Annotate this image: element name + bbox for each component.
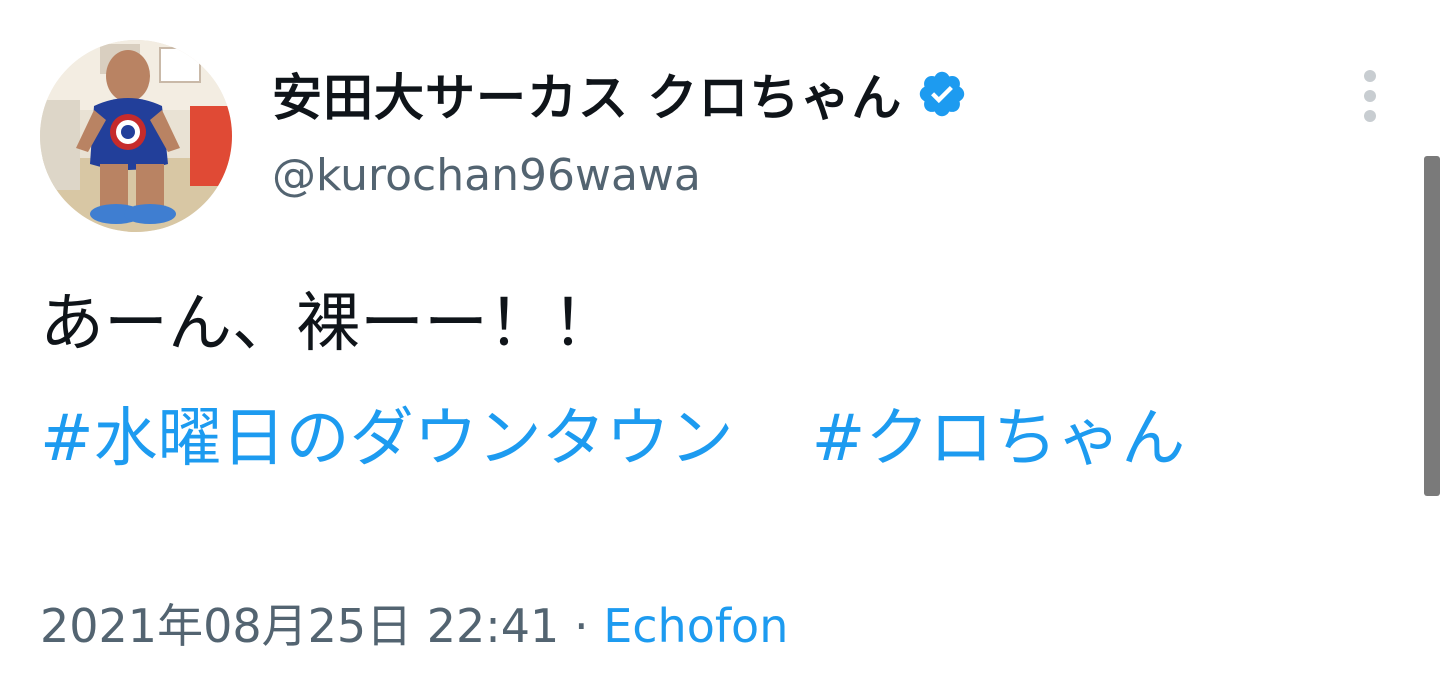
tweet-meta: 2021年08月25日 22:41 · Echofon <box>40 596 788 656</box>
scrollbar[interactable] <box>1424 156 1440 496</box>
display-name[interactable]: 安田大サーカス クロちゃん <box>272 58 902 130</box>
hashtag-link[interactable]: #水曜日のダウンタウン <box>40 402 734 476</box>
author-name-row: 安田大サーカス クロちゃん <box>272 58 968 130</box>
hashtag-link[interactable]: #クロちゃん <box>812 402 1186 476</box>
user-handle[interactable]: @kurochan96wawa <box>272 150 701 201</box>
hashtag-list: #水曜日のダウンタウン #クロちゃん <box>40 380 1400 498</box>
avatar-photo <box>40 40 232 232</box>
timestamp[interactable]: 2021年08月25日 22:41 <box>40 599 559 653</box>
tweet-text: あーん、裸ーー！！ <box>40 287 616 361</box>
more-dot <box>1364 90 1376 102</box>
avatar[interactable] <box>40 40 232 232</box>
tweet-card: 安田大サーカス クロちゃん @kurochan96wawa あーん、裸ーー！！ … <box>0 0 1440 690</box>
more-dot <box>1364 70 1376 82</box>
more-vertical-icon[interactable] <box>1356 70 1384 122</box>
source-link[interactable]: Echofon <box>603 599 788 653</box>
verified-badge-icon <box>916 68 968 120</box>
more-dot <box>1364 110 1376 122</box>
meta-separator: · <box>573 599 589 653</box>
